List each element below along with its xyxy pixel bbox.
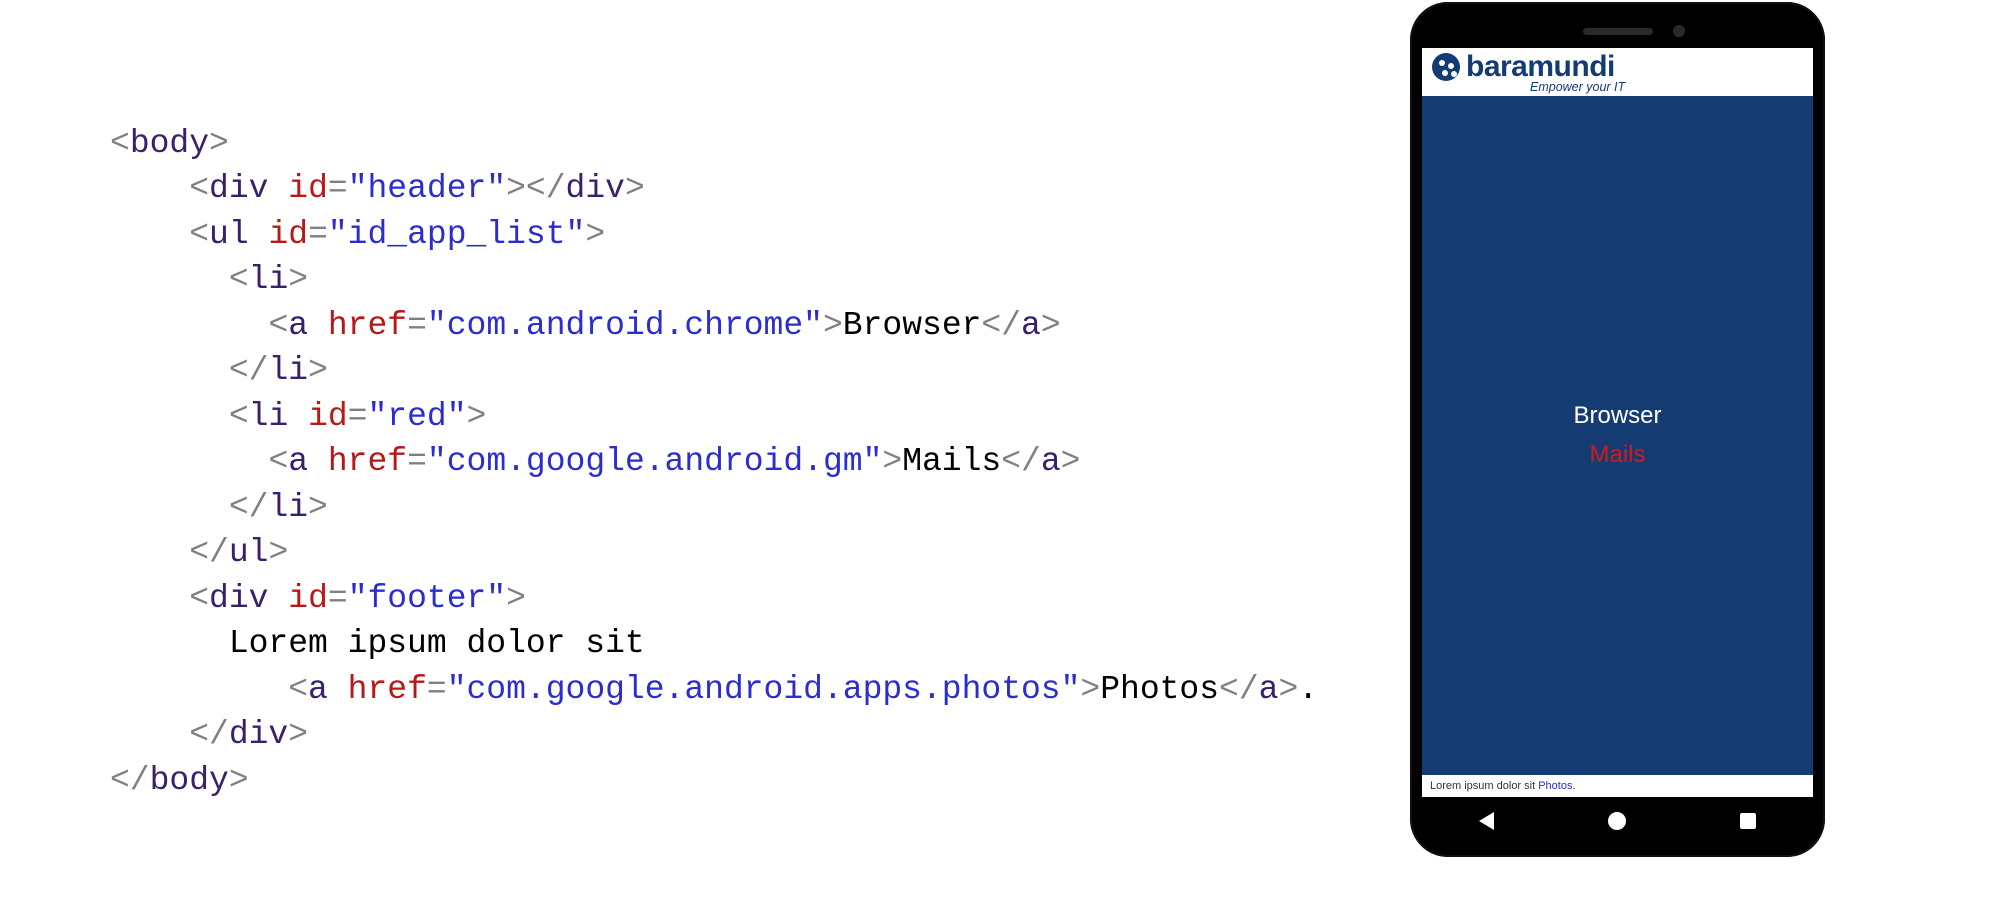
brand-name: baramundi — [1466, 52, 1615, 82]
kiosk-app-list: Browser Mails — [1573, 397, 1661, 474]
phone-screen: baramundi Empower your IT Browser Mails … — [1422, 48, 1813, 797]
kiosk-footer: Lorem ipsum dolor sit Photos. — [1422, 775, 1813, 797]
phone-mockup: baramundi Empower your IT Browser Mails … — [1410, 2, 1825, 857]
nav-home-icon[interactable] — [1608, 812, 1626, 830]
kiosk-body: Browser Mails — [1422, 96, 1813, 775]
code-snippet: <body> <div id="header"></div> <ul id="i… — [110, 75, 1318, 804]
footer-text: Lorem ipsum dolor sit — [1430, 780, 1538, 792]
footer-dot: . — [1572, 780, 1575, 792]
nav-back-icon[interactable] — [1479, 812, 1494, 830]
brand-logo-icon — [1432, 53, 1460, 81]
nav-recent-icon[interactable] — [1740, 813, 1756, 829]
kiosk-item-mails[interactable]: Mails — [1573, 436, 1661, 474]
brand-header: baramundi Empower your IT — [1422, 48, 1813, 96]
kiosk-item-browser[interactable]: Browser — [1573, 397, 1661, 435]
brand-tagline: Empower your IT — [1530, 80, 1625, 94]
footer-photos-link[interactable]: Photos — [1538, 780, 1572, 792]
speaker-icon — [1583, 28, 1653, 35]
phone-inner: baramundi Empower your IT Browser Mails … — [1422, 14, 1813, 845]
camera-icon — [1673, 25, 1685, 37]
android-navbar — [1422, 797, 1813, 845]
